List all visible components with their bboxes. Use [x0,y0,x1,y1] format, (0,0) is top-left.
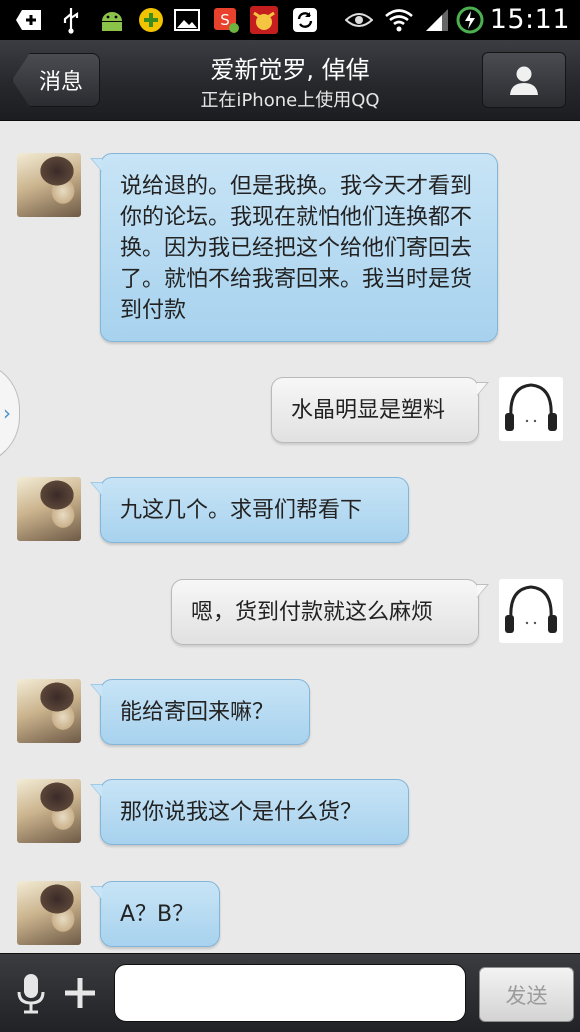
message-bubble-incoming[interactable]: 九这几个。求哥们帮看下 [90,477,409,543]
status-bar: S 15:11 [0,0,580,40]
headphones-avatar-icon [505,383,557,431]
add-icon [12,6,46,34]
eye-icon [344,6,374,34]
svg-text:S: S [220,11,230,29]
chevron-right-icon: › [3,401,11,425]
input-bar: 发送 [0,953,580,1032]
contact-name: 爱新觉罗, 倬倬 [210,56,370,84]
message-bubble-incoming[interactable]: A？B？ [90,881,220,947]
plus-icon [65,978,95,1008]
send-button[interactable]: 发送 [479,967,574,1022]
back-button[interactable]: 消息 [12,53,100,107]
contact-avatar[interactable] [17,881,81,945]
signal-icon [422,6,452,34]
sync-icon [290,6,320,34]
contact-status: 正在iPhone上使用QQ [200,90,380,111]
android-icon [96,6,128,34]
plus-app-icon [136,6,166,34]
message-bubble-outgoing[interactable]: 嗯，货到付款就这么麻烦 [171,579,489,645]
office-app-icon: S [210,6,242,34]
contact-avatar[interactable] [17,477,81,541]
message-list[interactable]: › 说给退的。但是我换。我今天才看到你的论坛。我现在就怕他们连换都不换。因为我已… [0,121,580,953]
message-bubble-incoming[interactable]: 说给退的。但是我换。我今天才看到你的论坛。我现在就怕他们连换都不换。因为我已经把… [90,153,498,342]
microphone-icon [17,974,45,1014]
bull-app-icon [248,6,280,34]
contact-avatar[interactable] [17,153,81,217]
drawer-handle[interactable]: › [0,361,20,465]
profile-button[interactable] [482,52,566,108]
message-bubble-incoming[interactable]: 那你说我这个是什么货？ [90,779,409,845]
message-bubble-incoming[interactable]: 能给寄回来嘛？ [90,679,310,745]
chat-header: 消息 爱新觉罗, 倬倬 正在iPhone上使用QQ [0,40,580,121]
more-options-button[interactable] [62,975,98,1011]
clock: 15:11 [489,4,570,35]
battery-charging-icon [455,6,485,34]
headphones-avatar-icon [505,585,557,633]
wifi-icon [382,6,416,34]
contact-avatar[interactable] [17,679,81,743]
usb-icon [58,6,84,34]
image-icon [172,6,202,34]
voice-button[interactable] [14,972,48,1014]
my-avatar[interactable] [499,377,563,441]
message-input[interactable] [114,964,466,1022]
message-bubble-outgoing[interactable]: 水晶明显是塑料 [271,377,489,443]
contact-avatar[interactable] [17,779,81,843]
person-icon [510,66,538,95]
my-avatar[interactable] [499,579,563,643]
